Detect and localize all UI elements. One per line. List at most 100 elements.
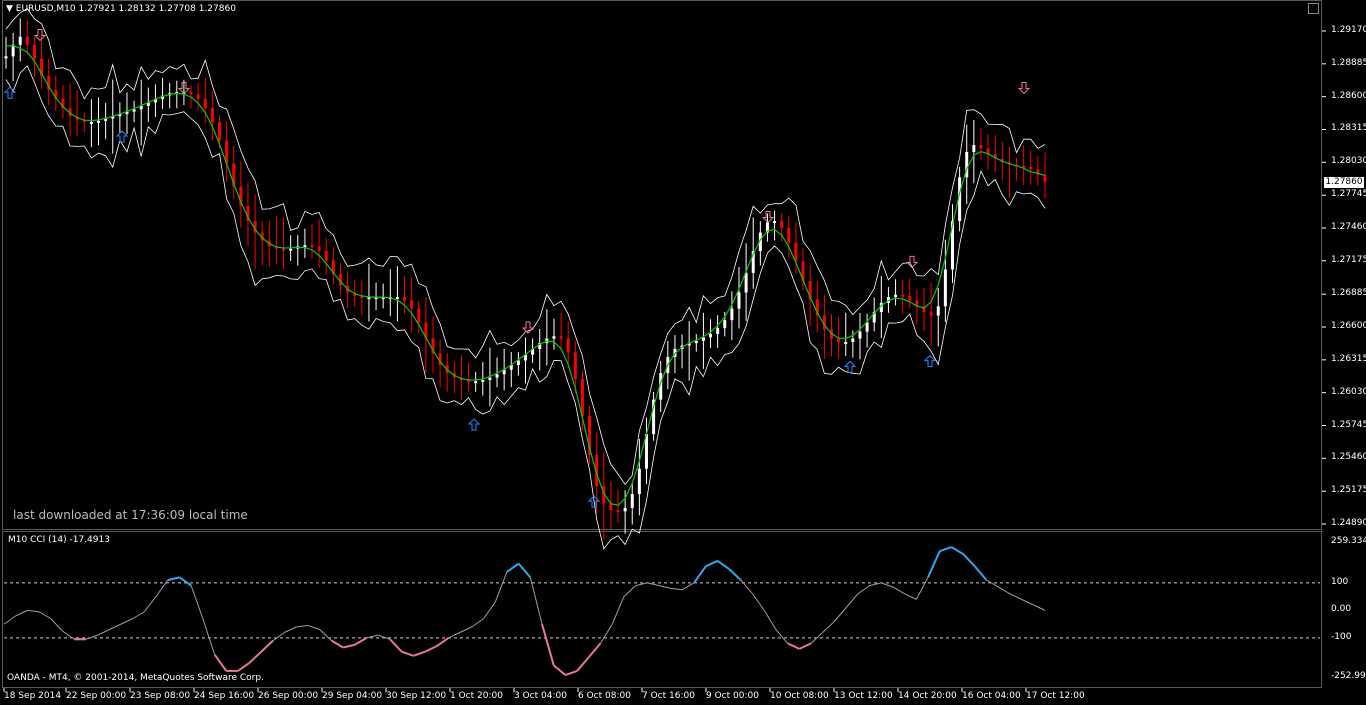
candle-body bbox=[4, 56, 8, 59]
cci-line-segment bbox=[202, 618, 216, 655]
lower-envelope-line bbox=[5, 65, 1046, 550]
price-tick-label: 1.27175 bbox=[1331, 254, 1366, 265]
candle-body bbox=[630, 494, 634, 508]
time-tick-label: 30 Sep 12:00 bbox=[386, 691, 447, 701]
upper-envelope-line bbox=[5, 7, 1046, 486]
cci-line-segment bbox=[237, 661, 251, 672]
cci-tick-label: -252.9939 bbox=[1331, 671, 1366, 681]
candle-body bbox=[317, 246, 321, 252]
sell-arrow-icon bbox=[33, 28, 47, 42]
price-tick-label: 1.25175 bbox=[1331, 485, 1366, 496]
cci-line-segment bbox=[728, 568, 742, 581]
candle-body bbox=[780, 221, 784, 228]
cci-line-segment bbox=[716, 560, 730, 570]
candle-body bbox=[210, 108, 214, 122]
candle-body bbox=[324, 251, 328, 261]
cci-line-segment bbox=[892, 586, 905, 595]
price-tick-label: 1.29170 bbox=[1331, 25, 1366, 35]
candle-body bbox=[196, 94, 200, 99]
price-tick-label: 1.26885 bbox=[1331, 288, 1366, 299]
cci-tick-label: 259.334 bbox=[1331, 536, 1366, 546]
cci-line-segment bbox=[682, 582, 695, 591]
candle-body bbox=[901, 294, 905, 297]
buy-arrow-icon bbox=[923, 354, 937, 368]
copyright-text: OANDA - MT4, © 2001-2014, MetaQuotes Sof… bbox=[7, 673, 264, 683]
sell-arrow-icon bbox=[521, 321, 535, 334]
cci-line-segment bbox=[413, 650, 426, 657]
cci-line-segment bbox=[1009, 593, 1022, 600]
time-tick-label: 29 Sep 04:00 bbox=[322, 691, 383, 701]
time-tick-label: 17 Oct 12:00 bbox=[1026, 691, 1085, 701]
price-tick-label: 1.28315 bbox=[1331, 123, 1366, 134]
cci-line-segment bbox=[1021, 598, 1034, 606]
time-tick-label: 10 Oct 08:00 bbox=[770, 691, 829, 701]
time-tick-label: 3 Oct 04:00 bbox=[514, 691, 567, 701]
price-tick-label: 1.24890 bbox=[1331, 518, 1366, 528]
cci-line-segment bbox=[822, 621, 835, 633]
candle-body bbox=[979, 145, 983, 149]
cci-line-segment bbox=[378, 634, 391, 640]
candle-body bbox=[18, 36, 22, 45]
cci-line-segment bbox=[109, 623, 122, 631]
symbol-header: ▼ EURUSD,M10 1.27921 1.28132 1.27708 1.2… bbox=[6, 4, 236, 14]
cci-line-segment bbox=[424, 645, 438, 653]
cci-line-segment bbox=[342, 643, 356, 649]
cci-line-segment bbox=[845, 593, 859, 608]
candle-body bbox=[132, 109, 136, 112]
cci-line-segment bbox=[506, 562, 520, 573]
cci-line-segment bbox=[436, 637, 450, 647]
cci-line-segment bbox=[763, 610, 777, 630]
cci-line-segment bbox=[120, 618, 133, 625]
cci-line-segment bbox=[1033, 604, 1046, 611]
cci-line-segment bbox=[307, 625, 320, 631]
cci-line-segment bbox=[494, 571, 508, 603]
cci-line-segment bbox=[576, 656, 590, 672]
sell-arrow-icon bbox=[1017, 81, 1031, 95]
cci-line-segment bbox=[986, 579, 999, 588]
candle-body bbox=[623, 507, 627, 512]
candle-body bbox=[972, 145, 976, 152]
cci-line-segment bbox=[939, 546, 952, 553]
cci-line-segment bbox=[915, 577, 929, 600]
candle-body bbox=[637, 468, 641, 495]
candle-body bbox=[943, 269, 947, 307]
candle-body bbox=[936, 306, 940, 316]
time-tick-label: 24 Sep 16:00 bbox=[194, 691, 255, 701]
candle-body bbox=[1029, 166, 1033, 170]
candle-body bbox=[616, 510, 620, 513]
candle-body bbox=[32, 44, 36, 59]
price-tick-label: 1.26315 bbox=[1331, 353, 1366, 364]
cci-line-segment bbox=[670, 587, 683, 591]
candle-body bbox=[303, 245, 307, 248]
candle-body bbox=[709, 333, 713, 338]
candle-body bbox=[844, 342, 848, 345]
time-tick-label: 9 Oct 00:00 bbox=[706, 691, 759, 701]
cci-line-segment bbox=[260, 639, 274, 653]
candle-body bbox=[97, 120, 101, 123]
price-tick-label: 1.27460 bbox=[1331, 221, 1366, 232]
cci-line-segment bbox=[459, 626, 473, 633]
cci-line-segment bbox=[389, 638, 403, 653]
price-tick-label: 1.28600 bbox=[1331, 90, 1366, 101]
cci-line-segment bbox=[190, 585, 204, 619]
price-tick-label: 1.27745 bbox=[1331, 189, 1366, 200]
candle-body bbox=[787, 227, 791, 243]
candle-body bbox=[858, 331, 862, 339]
cci-line-segment bbox=[623, 585, 636, 597]
candle-body bbox=[310, 245, 314, 248]
cci-line-segment bbox=[705, 559, 718, 568]
candle-body bbox=[723, 320, 727, 329]
cci-line-segment bbox=[272, 631, 286, 642]
cci-line-segment bbox=[284, 626, 297, 633]
candle-body bbox=[289, 248, 293, 251]
cci-line-segment bbox=[787, 642, 800, 650]
cci-line-segment bbox=[471, 618, 484, 628]
cci-line-segment bbox=[517, 562, 532, 578]
candle-body bbox=[865, 322, 869, 332]
candle-body bbox=[730, 308, 734, 321]
cci-line-segment bbox=[330, 639, 344, 649]
candle-body bbox=[203, 98, 207, 109]
cci-line-segment bbox=[319, 629, 332, 642]
cci-line-segment bbox=[541, 623, 555, 666]
candle-body bbox=[929, 312, 933, 316]
